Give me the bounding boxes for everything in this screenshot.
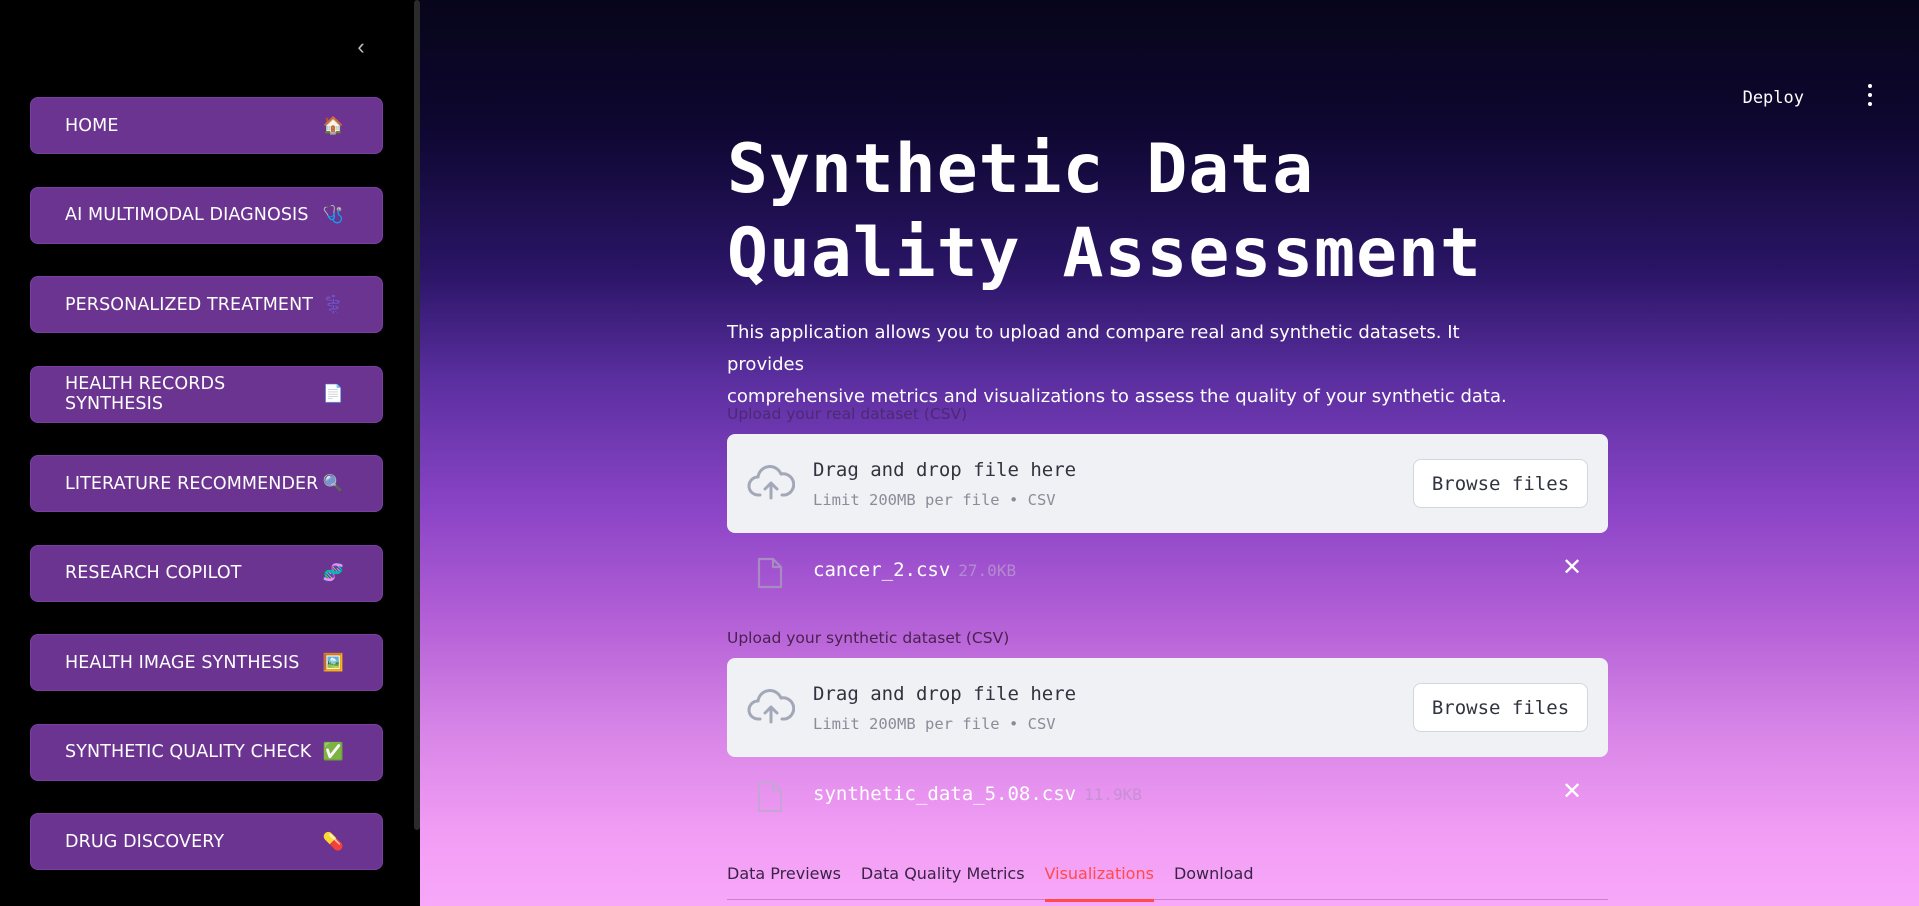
sidebar-item-personalized-treatment[interactable]: PERSONALIZED TREATMENT ⚕️ <box>30 276 383 333</box>
page-title-line2: Quality Assessment <box>727 214 1482 293</box>
real-limit-text: Limit 200MB per file • CSV <box>813 491 1056 509</box>
cloud-upload-icon <box>747 465 795 500</box>
page-description: This application allows you to upload an… <box>727 317 1527 413</box>
page-title-line1: Synthetic Data <box>727 130 1315 209</box>
close-icon[interactable]: ✕ <box>1560 780 1584 804</box>
sidebar-item-label: LITERATURE RECOMMENDER <box>65 473 319 494</box>
house-icon: 🏠 <box>322 115 344 135</box>
real-file-name: cancer_2.csv <box>813 559 951 581</box>
synthetic-upload-label: Upload your synthetic dataset (CSV) <box>727 629 1010 647</box>
magnifier-icon: 🔍 <box>322 473 344 493</box>
tab-data-quality-metrics[interactable]: Data Quality Metrics <box>861 860 1025 900</box>
file-icon <box>757 557 783 589</box>
synthetic-file-name-wrap: synthetic_data_5.08.csv 11.9KB <box>813 783 1142 805</box>
stethoscope-icon: 🩺 <box>322 205 344 224</box>
sidebar-nav: HOME 🏠 AI MULTIMODAL DIAGNOSIS 🩺 PERSONA… <box>30 97 383 903</box>
medical-symbol-icon: ⚕️ <box>322 294 344 314</box>
real-drag-text: Drag and drop file here <box>813 459 1077 481</box>
check-mark-icon: ✅ <box>322 742 344 761</box>
synthetic-uploaded-file: synthetic_data_5.08.csv 11.9KB ✕ <box>727 771 1608 821</box>
close-icon[interactable]: ✕ <box>1560 556 1584 580</box>
synthetic-file-size: 11.9KB <box>1084 785 1142 804</box>
tab-visualizations[interactable]: Visualizations <box>1044 860 1155 902</box>
sidebar-item-label: PERSONALIZED TREATMENT <box>65 294 314 315</box>
sidebar-item-label: SYNTHETIC QUALITY CHECK <box>65 742 312 762</box>
sidebar-item-drug-discovery[interactable]: DRUG DISCOVERY 💊 <box>30 813 383 870</box>
sidebar-item-home[interactable]: HOME 🏠 <box>30 97 383 154</box>
file-icon <box>757 781 783 813</box>
real-dropzone[interactable]: Drag and drop file here Limit 200MB per … <box>727 434 1608 533</box>
sidebar: ‹ HOME 🏠 AI MULTIMODAL DIAGNOSIS 🩺 PERSO… <box>0 0 420 906</box>
sidebar-item-literature-recommender[interactable]: LITERATURE RECOMMENDER 🔍 <box>30 455 383 512</box>
framed-picture-icon: 🖼️ <box>322 652 344 672</box>
real-upload-label: Upload your real dataset (CSV) <box>727 405 968 423</box>
synthetic-dropzone[interactable]: Drag and drop file here Limit 200MB per … <box>727 658 1608 757</box>
sidebar-item-health-image-synthesis[interactable]: HEALTH IMAGE SYNTHESIS 🖼️ <box>30 634 383 691</box>
real-browse-button[interactable]: Browse files <box>1413 459 1588 508</box>
sidebar-item-health-records-synthesis[interactable]: HEALTH RECORDS SYNTHESIS 📄 <box>30 365 383 423</box>
vertical-dots-icon[interactable] <box>1863 84 1877 106</box>
page-title: Synthetic Data Quality Assessment <box>727 128 1608 296</box>
sidebar-item-label: DRUG DISCOVERY <box>65 831 225 852</box>
sidebar-item-label: RESEARCH COPILOT <box>65 563 242 583</box>
synthetic-file-name: synthetic_data_5.08.csv <box>813 783 1077 805</box>
synthetic-drag-text: Drag and drop file here <box>813 683 1077 705</box>
sidebar-item-synthetic-quality-check[interactable]: SYNTHETIC QUALITY CHECK ✅ <box>30 723 383 781</box>
document-icon: 📄 <box>322 384 344 403</box>
pill-icon: 💊 <box>322 831 344 851</box>
tab-bar: Data Previews Data Quality Metrics Visua… <box>727 860 1608 902</box>
synthetic-browse-button[interactable]: Browse files <box>1413 683 1588 732</box>
real-file-size: 27.0KB <box>958 561 1017 580</box>
tab-data-previews[interactable]: Data Previews <box>727 860 841 900</box>
sidebar-item-label: AI MULTIMODAL DIAGNOSIS <box>65 205 309 225</box>
sidebar-item-ai-multimodal-diagnosis[interactable]: AI MULTIMODAL DIAGNOSIS 🩺 <box>30 186 383 244</box>
sidebar-item-research-copilot[interactable]: RESEARCH COPILOT 🧬 <box>30 544 383 602</box>
chevron-left-icon[interactable]: ‹ <box>348 34 374 60</box>
sidebar-item-label: HEALTH RECORDS SYNTHESIS <box>65 374 226 414</box>
synthetic-limit-text: Limit 200MB per file • CSV <box>813 715 1056 733</box>
main-area: Deploy Synthetic Data Quality Assessment… <box>420 0 1919 906</box>
sidebar-item-label: HEALTH IMAGE SYNTHESIS <box>65 652 300 673</box>
tab-download[interactable]: Download <box>1174 860 1254 900</box>
description-line1: This application allows you to upload an… <box>727 322 1460 375</box>
dna-icon: 🧬 <box>322 563 344 582</box>
real-file-name-wrap: cancer_2.csv 27.0KB <box>813 559 1016 581</box>
sidebar-item-label: HOME <box>65 115 119 136</box>
cloud-upload-icon <box>747 689 795 724</box>
deploy-button[interactable]: Deploy <box>1743 88 1804 108</box>
real-uploaded-file: cancer_2.csv 27.0KB ✕ <box>727 547 1608 597</box>
